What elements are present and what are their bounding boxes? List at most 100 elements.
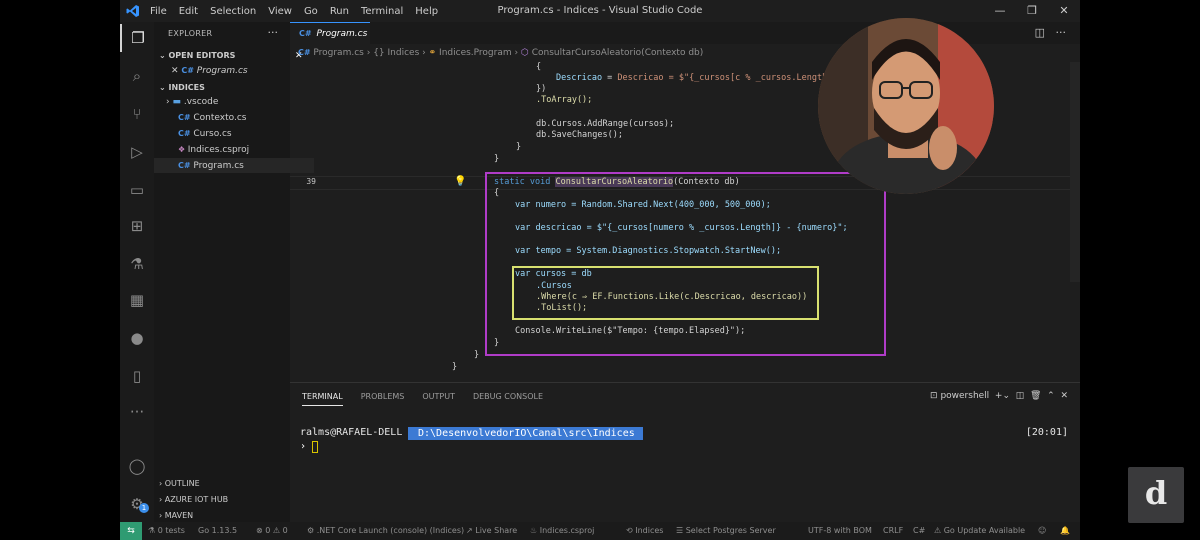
search-icon[interactable]: ⌕ [120,62,154,90]
close-window-button[interactable]: ✕ [1048,0,1080,22]
status-text: Select Postgres Server [685,526,776,535]
run-debug-icon[interactable]: ▷ [120,138,154,166]
menu-edit[interactable]: Edit [179,6,198,17]
prompt-caret: › [300,441,307,452]
explorer-more-button[interactable]: ··· [268,26,279,39]
more-actions-icon[interactable]: ··· [1056,26,1067,39]
status-text: Go Update Available [943,526,1026,535]
namespace-icon: {} [373,48,388,58]
code-line: db.Cursos.AddRange(cursos); [536,119,675,129]
project-icon: ⟲ [626,526,636,535]
bookmark-icon[interactable]: ▯ [120,362,154,390]
settings-gear-icon[interactable]: ⚙ [120,490,154,518]
source-control-icon[interactable]: ⑂ [120,100,154,128]
encoding-status[interactable]: UTF-8 with BOM [808,522,872,540]
go-version[interactable]: Go 1.13.5 [198,522,237,540]
lightbulb-icon[interactable]: 💡 [454,176,466,187]
breadcrumb: C# Program.cs › {} Indices › ⚭ Indices.P… [298,48,703,62]
method-icon: ⬡ [521,48,532,58]
feedback-icon[interactable]: ☺ [1038,522,1046,540]
tab-debug-console[interactable]: DEBUG CONSOLE [473,392,543,406]
minimize-button[interactable]: — [984,0,1016,22]
tab-problems[interactable]: PROBLEMS [361,392,405,406]
csproj-status[interactable]: ♨ Indices.csproj [530,522,594,540]
status-text: Indices.csproj [539,526,595,535]
terminal-icon: ⊡ [930,391,941,401]
tree-item-label: Contexto.cs [193,113,247,123]
notifications-icon[interactable]: 🔔 [1060,522,1070,540]
more-icon[interactable]: ··· [120,398,154,426]
menu-file[interactable]: File [150,6,167,17]
maven-section[interactable]: › MAVEN [159,511,193,520]
menu-terminal[interactable]: Terminal [361,6,403,17]
breadcrumb-method[interactable]: ConsultarCursoAleatorio(Contexto db) [532,48,704,58]
account-icon[interactable]: ◯ [120,452,154,480]
language-status[interactable]: C# [913,522,925,540]
menu-run[interactable]: Run [330,6,349,17]
csproj-icon: ❖ [178,145,188,154]
launch-config[interactable]: ⚙ .NET Core Launch (console) (Indices) [307,522,464,540]
trash-icon[interactable]: 🗑 [1030,391,1041,401]
extensions-icon[interactable]: ⊞ [120,212,154,240]
beaker-icon: ⚗ [148,526,158,535]
webcam-overlay [818,18,994,194]
project-section[interactable]: ⌄ INDICES [159,83,205,92]
gear-icon: ⚙ [307,526,317,535]
remote-button[interactable]: ⇆ [120,522,142,540]
close-panel-icon[interactable]: ✕ [1060,391,1068,401]
breadcrumb-separator: › [422,48,426,58]
menu-view[interactable]: View [268,6,292,17]
flame-icon: ♨ [530,526,540,535]
tree-item-vscode[interactable]: › ▬ .vscode [154,95,302,110]
menu-selection[interactable]: Selection [210,6,256,17]
maximize-button[interactable]: ❐ [1016,0,1048,22]
warning-icon: ⚠ [934,526,944,535]
code-line: } [494,154,500,164]
shell-selector[interactable]: powershell [940,391,989,401]
remote-explorer-icon[interactable]: ▭ [120,176,154,204]
breadcrumb-class[interactable]: Indices.Program [439,48,512,58]
split-editor-icon[interactable]: ◫ [1035,26,1045,39]
section-label: AZURE IOT HUB [164,495,229,504]
code-line: } [474,350,480,360]
tab-output[interactable]: OUTPUT [422,392,455,406]
live-share[interactable]: ↗ Live Share [466,522,517,540]
open-editors-section[interactable]: ⌄ OPEN EDITORS [159,51,235,60]
eol-status[interactable]: CRLF [883,522,903,540]
code-line: } [516,142,522,152]
azure-iot-hub-section[interactable]: › AZURE IOT HUB [159,495,228,504]
breadcrumb-file[interactable]: Program.cs [313,48,363,58]
open-editor-file: Program.cs [196,66,248,76]
outline-section[interactable]: › OUTLINE [159,479,200,488]
highlight-box-method [485,172,886,356]
go-update-status[interactable]: ⚠ Go Update Available [934,522,1025,540]
channel-logo: d [1128,467,1184,523]
tests-status[interactable]: ⚗ 0 tests [148,522,185,540]
chevron-down-icon: ⌄ [159,51,169,60]
project-label: INDICES [168,83,205,92]
chevron-down-icon[interactable]: ⌄ [1002,391,1010,401]
menu-help[interactable]: Help [415,6,438,17]
open-editors-label: OPEN EDITORS [168,51,236,60]
tab-terminal[interactable]: TERMINAL [302,392,343,406]
status-text: 0 tests [157,526,185,535]
breadcrumb-namespace[interactable]: Indices [388,48,420,58]
problems-status[interactable]: ⊗ 0 ⚠ 0 [256,522,288,540]
editor-scrollbar[interactable] [1070,62,1080,282]
chevron-up-icon[interactable]: ⌃ [1047,391,1055,401]
project-status[interactable]: ⟲ Indices [626,522,663,540]
explorer-icon[interactable]: ❐ [120,24,154,52]
section-label: OUTLINE [164,479,200,488]
status-text: .NET Core Launch (console) (Indices) [316,526,465,535]
testing-icon[interactable]: ⚗ [120,250,154,278]
open-editor-item[interactable]: ✕ C# Program.cs [154,63,307,78]
csharp-icon: C# [178,129,194,138]
close-icon[interactable]: ✕ [171,66,181,76]
tab-program-cs[interactable]: C# Program.cs ✕ [290,22,370,61]
docker-icon[interactable]: ▦ [120,286,154,314]
folder-icon: ▬ [172,97,184,107]
json-icon[interactable]: ● [120,324,154,352]
split-terminal-icon[interactable]: ◫ [1016,391,1025,401]
menu-go[interactable]: Go [304,6,318,17]
postgres-status[interactable]: ☰ Select Postgres Server [676,522,776,540]
